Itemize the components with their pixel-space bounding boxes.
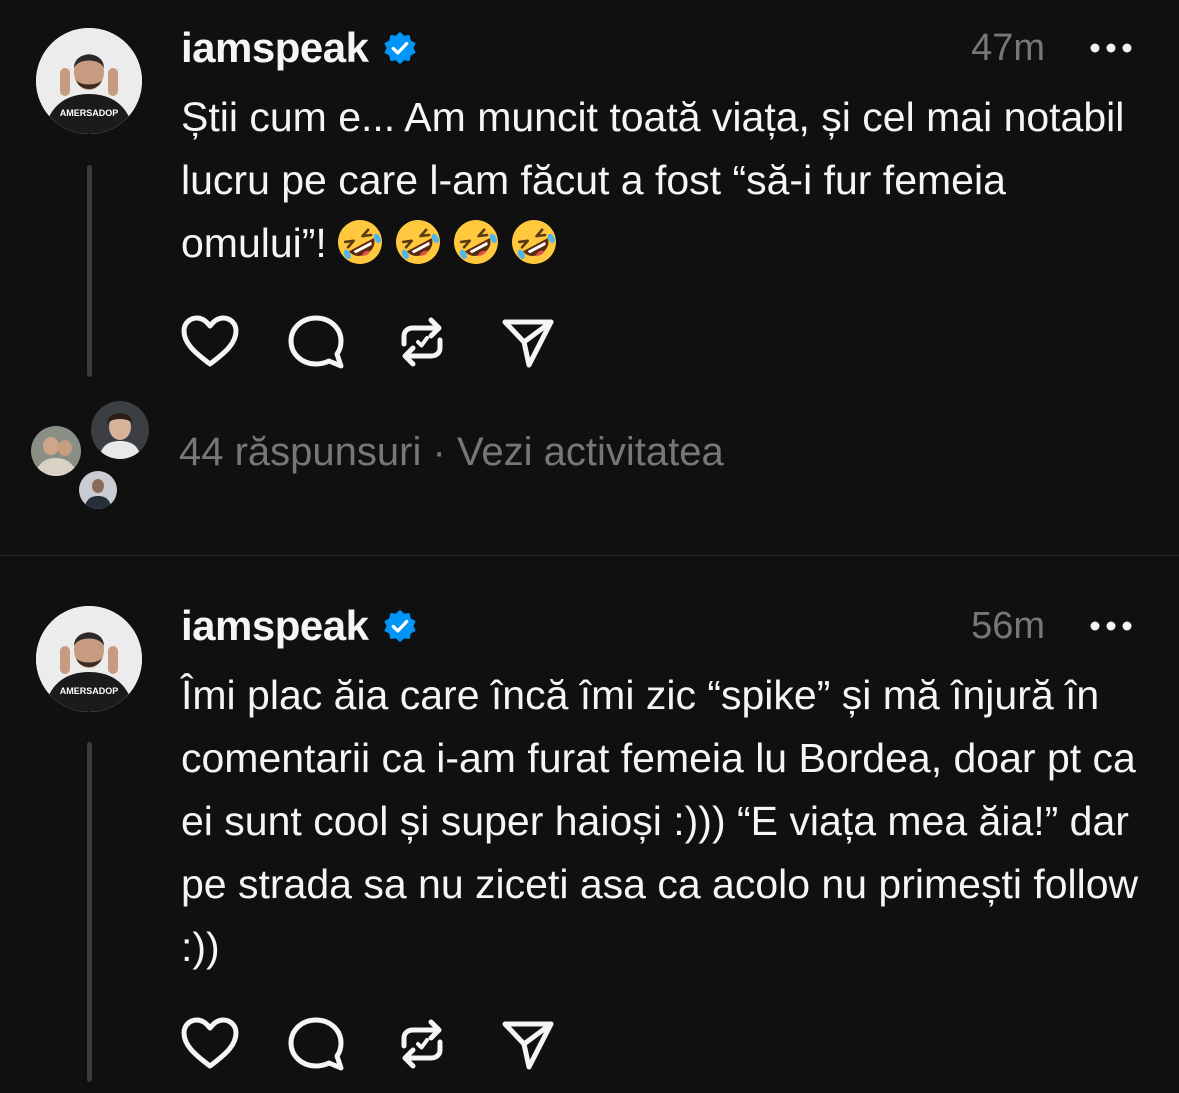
send-icon [502,1021,554,1070]
more-options-button[interactable] [1089,596,1133,656]
post-divider [0,555,1179,556]
replier-avatar-image [31,426,81,476]
heart-icon [181,315,239,367]
rolling-laughing-emoji-icon [337,220,382,264]
share-button[interactable] [496,310,560,374]
avatar-shirt-text: AMERSADOP [60,108,119,118]
heart-icon [181,1017,239,1069]
replier-avatar-image [79,471,117,509]
post-text: Îmi plac ăia care încă îmi zic “spike” ș… [181,672,1150,970]
like-button[interactable] [178,1012,242,1076]
username[interactable]: iamspeak [181,24,369,72]
share-button[interactable] [496,1012,560,1076]
repost-icon [401,1019,443,1069]
repost-icon [401,317,443,367]
comment-button[interactable] [284,310,348,374]
author-avatar[interactable]: AMERSADOP [36,28,142,134]
rolling-laughing-emoji-icon [511,220,556,264]
comment-button[interactable] [284,1012,348,1076]
comment-bubble-icon [288,315,344,369]
rolling-laughing-emoji-icon [395,220,440,264]
replies-separator: · [432,430,446,474]
avatar-shirt-text: AMERSADOP [60,686,119,696]
username[interactable]: iamspeak [181,602,369,650]
avatar-image: AMERSADOP [36,28,142,134]
username-row: iamspeak [181,596,418,656]
verified-badge-icon [384,609,417,643]
username-row: iamspeak [181,18,418,78]
replies-text: 44 răspunsuri · Vezi activitatea [179,430,724,475]
action-bar [178,310,602,374]
replies-count[interactable]: 44 răspunsuri [179,430,421,474]
post-time: 47m [971,27,1045,69]
more-options-button[interactable] [1089,18,1133,78]
thread-line [87,165,92,377]
repost-button[interactable] [390,310,454,374]
post-time: 56m [971,605,1045,647]
post-text-body: Știi cum e... Am muncit toată viața, și … [181,94,1136,266]
replier-avatar-3 [76,468,120,512]
emoji-group [327,220,559,266]
replier-avatar-image [91,401,149,459]
like-button[interactable] [178,310,242,374]
action-bar [178,1012,602,1076]
author-avatar[interactable]: AMERSADOP [36,606,142,712]
verified-badge-icon [384,31,417,65]
view-activity-link[interactable]: Vezi activitatea [457,430,724,474]
more-dots-icon [1090,43,1132,53]
replier-avatar-2 [28,423,84,479]
more-dots-icon [1090,621,1132,631]
repost-button[interactable] [390,1012,454,1076]
comment-bubble-icon [288,1017,344,1071]
send-icon [502,319,554,368]
replier-avatar-1 [88,398,152,462]
thread-line [87,742,92,1082]
post-text: Știi cum e... Am muncit toată viața, și … [181,86,1141,275]
rolling-laughing-emoji-icon [453,220,498,264]
avatar-image: AMERSADOP [36,606,142,712]
